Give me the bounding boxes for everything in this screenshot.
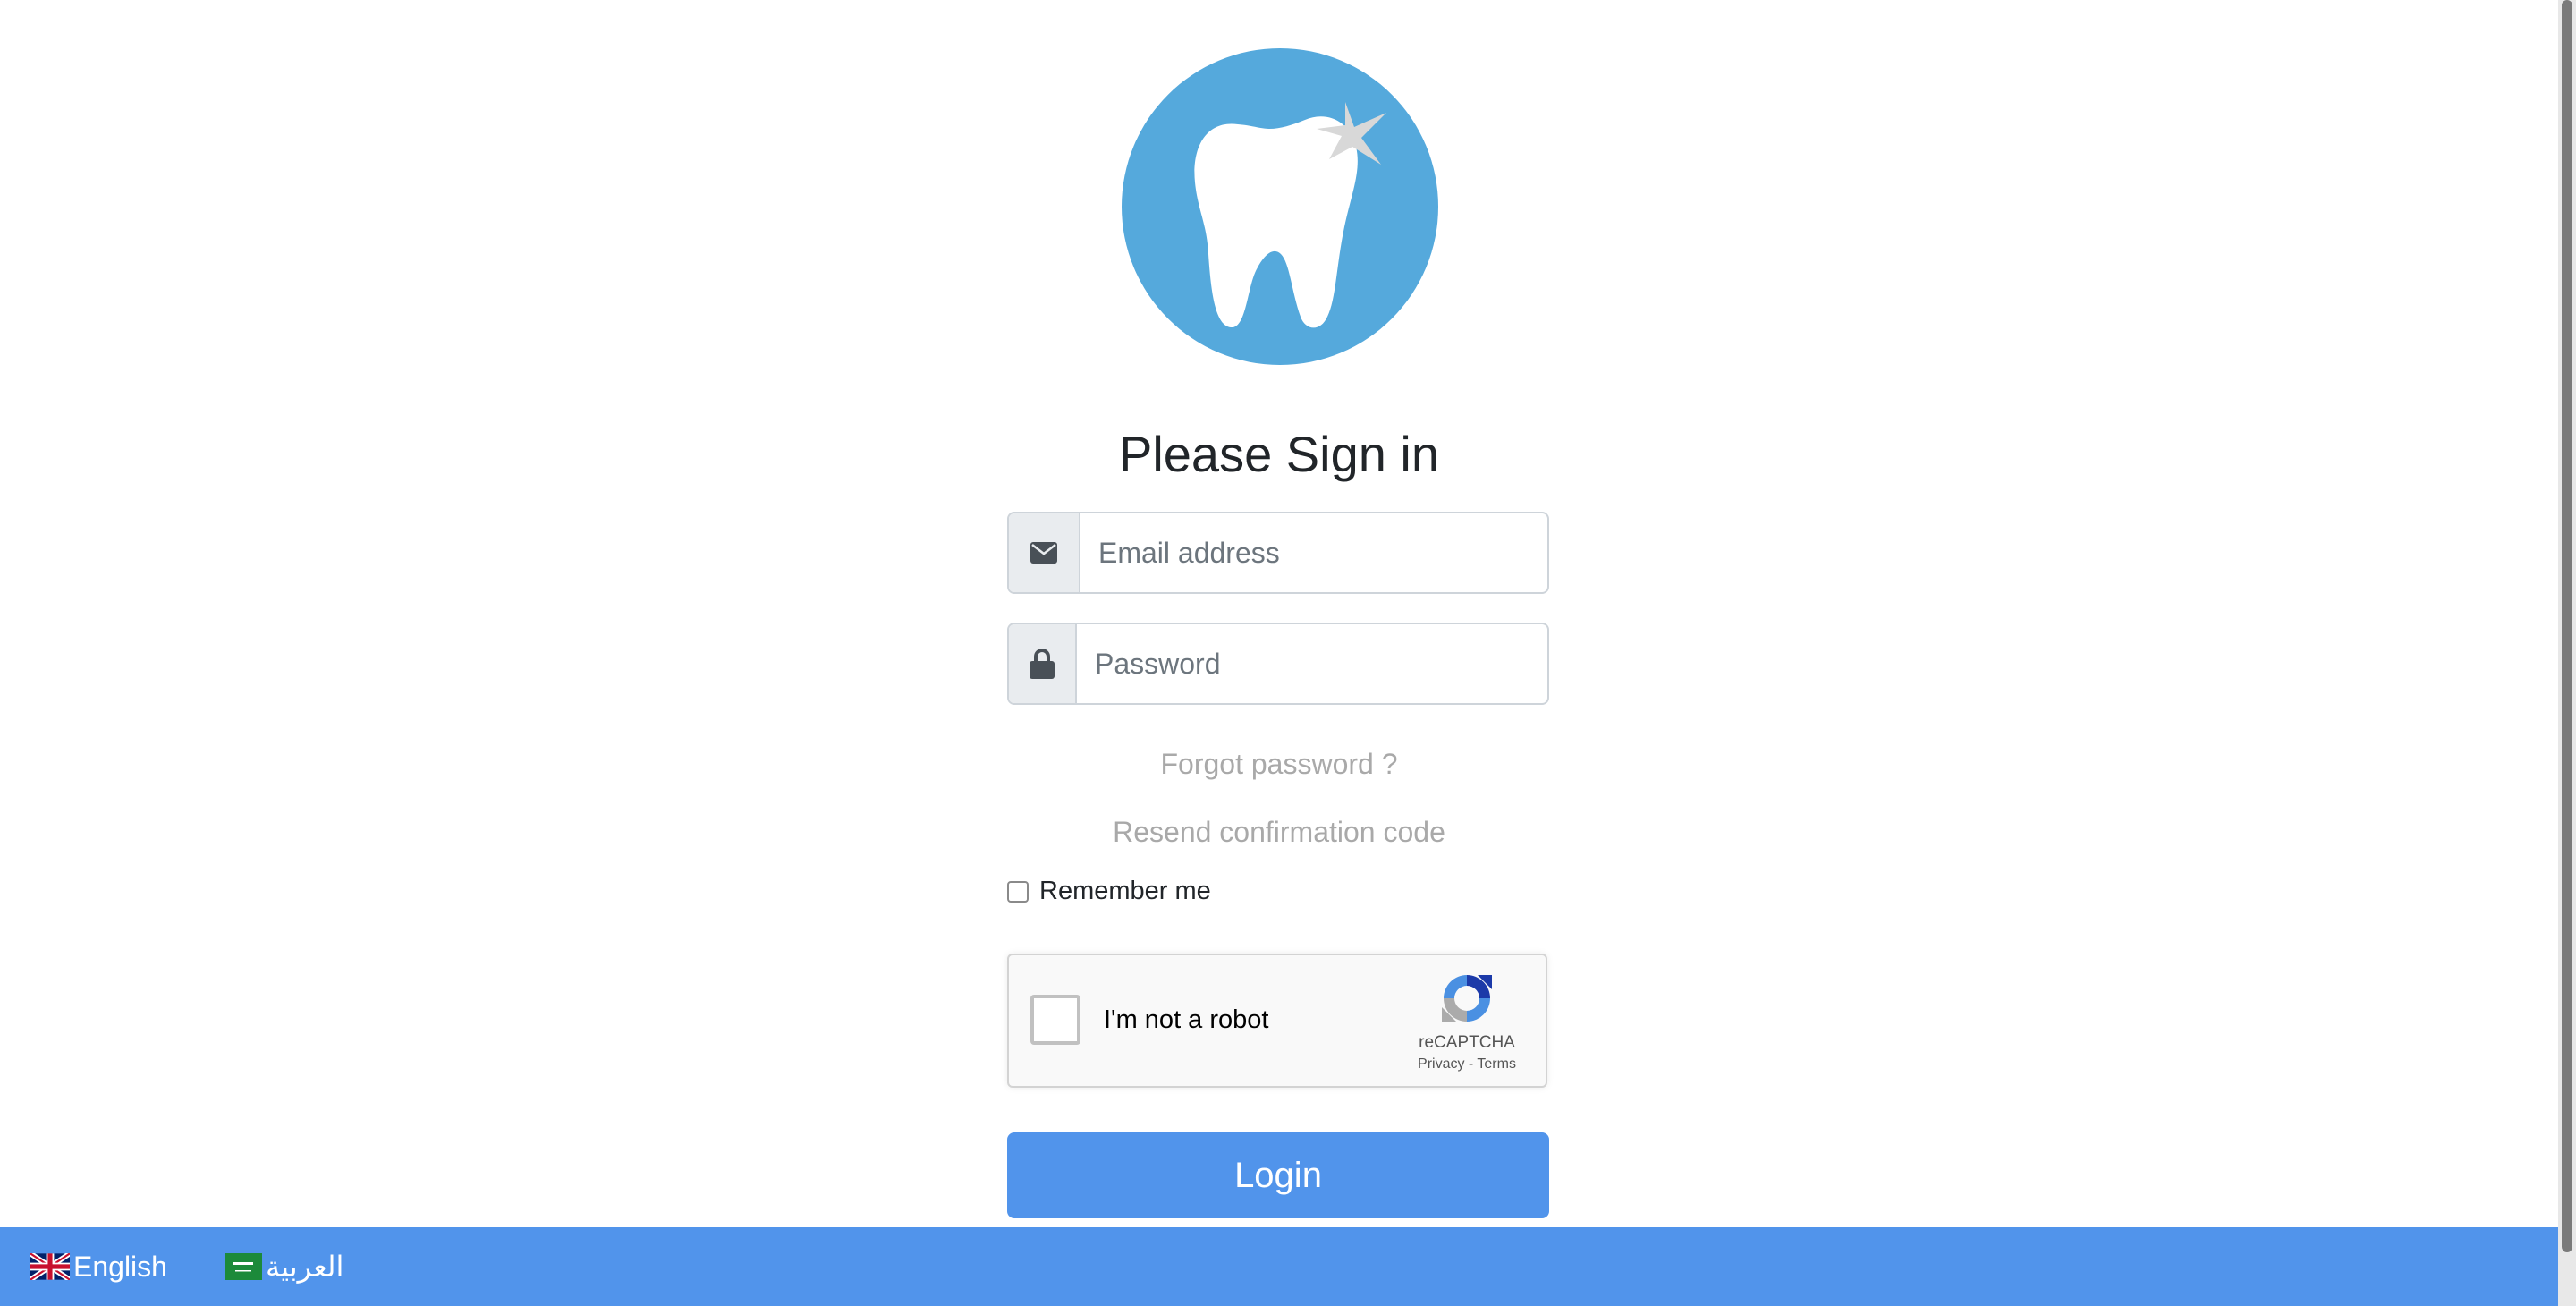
page-title: Please Sign in xyxy=(1118,426,1439,482)
scrollbar-thumb[interactable] xyxy=(2562,0,2572,1252)
recaptcha-terms: Privacy - Terms xyxy=(1404,1056,1530,1073)
login-page: Please Sign in Forgot password ? Resend … xyxy=(0,0,2576,1306)
forgot-password-link[interactable]: Forgot password ? xyxy=(930,748,1628,781)
language-arabic[interactable]: العربية xyxy=(224,1250,344,1284)
remember-me[interactable]: Remember me xyxy=(1007,877,1211,906)
language-english[interactable]: English xyxy=(30,1251,167,1284)
language-english-label: English xyxy=(73,1250,167,1283)
recaptcha-separator: - xyxy=(1468,1056,1474,1072)
envelope-icon xyxy=(1009,513,1080,592)
email-field[interactable] xyxy=(1080,513,1547,592)
recaptcha-checkbox[interactable] xyxy=(1030,995,1080,1045)
recaptcha-brand: reCAPTCHA Privacy - Terms xyxy=(1404,970,1530,1073)
remember-me-checkbox[interactable] xyxy=(1007,880,1029,903)
language-arabic-label: العربية xyxy=(265,1251,344,1283)
recaptcha-privacy-link[interactable]: Privacy xyxy=(1418,1056,1464,1072)
saudi-flag-icon xyxy=(224,1253,262,1280)
recaptcha-widget: I'm not a robot reCAPTCHA Privacy - Term… xyxy=(1007,954,1547,1088)
recaptcha-label: I'm not a robot xyxy=(1104,1005,1269,1034)
email-input-group xyxy=(1007,512,1549,594)
tooth-logo-icon xyxy=(1122,48,1438,365)
recaptcha-terms-link[interactable]: Terms xyxy=(1477,1056,1516,1072)
recaptcha-icon xyxy=(1442,975,1492,1022)
password-field[interactable] xyxy=(1077,624,1547,703)
resend-confirmation-link[interactable]: Resend confirmation code xyxy=(930,816,1628,849)
login-button[interactable]: Login xyxy=(1007,1132,1549,1218)
remember-me-label: Remember me xyxy=(1039,877,1211,905)
lock-icon xyxy=(1009,624,1077,703)
password-input-group xyxy=(1007,623,1549,705)
language-footer: English العربية xyxy=(0,1227,2558,1306)
recaptcha-name: reCAPTCHA xyxy=(1419,1033,1515,1052)
vertical-scrollbar[interactable] xyxy=(2558,0,2576,1306)
uk-flag-icon xyxy=(30,1253,70,1280)
